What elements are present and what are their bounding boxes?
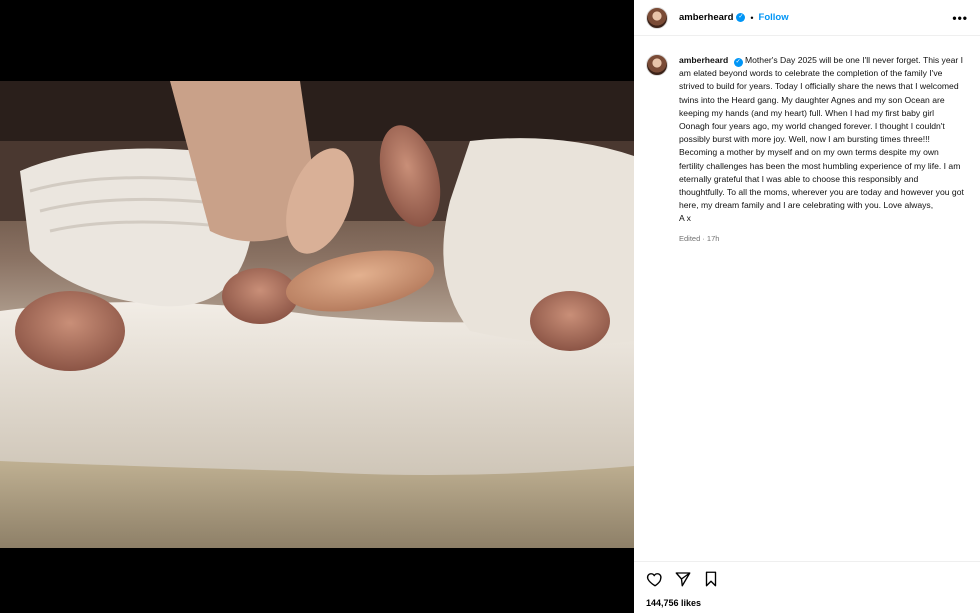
- more-options-icon[interactable]: •••: [952, 11, 968, 25]
- caption-signoff: A x: [679, 213, 691, 224]
- post-media[interactable]: [0, 0, 634, 613]
- action-bar: [646, 570, 968, 588]
- caption-body: amberheard ✓ Mother's Day 2025 will be o…: [679, 54, 964, 243]
- username[interactable]: amberheard: [679, 12, 733, 23]
- caption-text: amberheard ✓ Mother's Day 2025 will be o…: [679, 54, 964, 226]
- bookmark-icon[interactable]: [702, 570, 720, 588]
- verified-badge-icon: ✓: [736, 13, 746, 22]
- post-panel: amberheard ✓ • Follow ••• amberheard ✓ M…: [634, 0, 980, 613]
- follow-button[interactable]: Follow: [759, 12, 789, 23]
- caption-username[interactable]: amberheard: [679, 55, 728, 65]
- edited-timestamp: Edited · 17h: [679, 233, 720, 243]
- avatar[interactable]: [646, 6, 668, 29]
- heart-icon[interactable]: [646, 570, 664, 588]
- caption-avatar[interactable]: [646, 54, 668, 76]
- verified-badge-icon: ✓: [733, 58, 743, 67]
- likes-count[interactable]: 144,756 likes: [646, 598, 968, 608]
- separator-dot: •: [750, 12, 754, 23]
- send-icon[interactable]: [674, 570, 692, 588]
- post-photo[interactable]: [0, 81, 634, 548]
- caption-content: Mother's Day 2025 will be one I'll never…: [679, 55, 964, 211]
- caption-row: amberheard ✓ Mother's Day 2025 will be o…: [634, 36, 980, 243]
- baby-feet-photo: [0, 81, 634, 548]
- post-header: amberheard ✓ • Follow •••: [634, 0, 980, 36]
- post-footer: 144,756 likes: [634, 561, 980, 613]
